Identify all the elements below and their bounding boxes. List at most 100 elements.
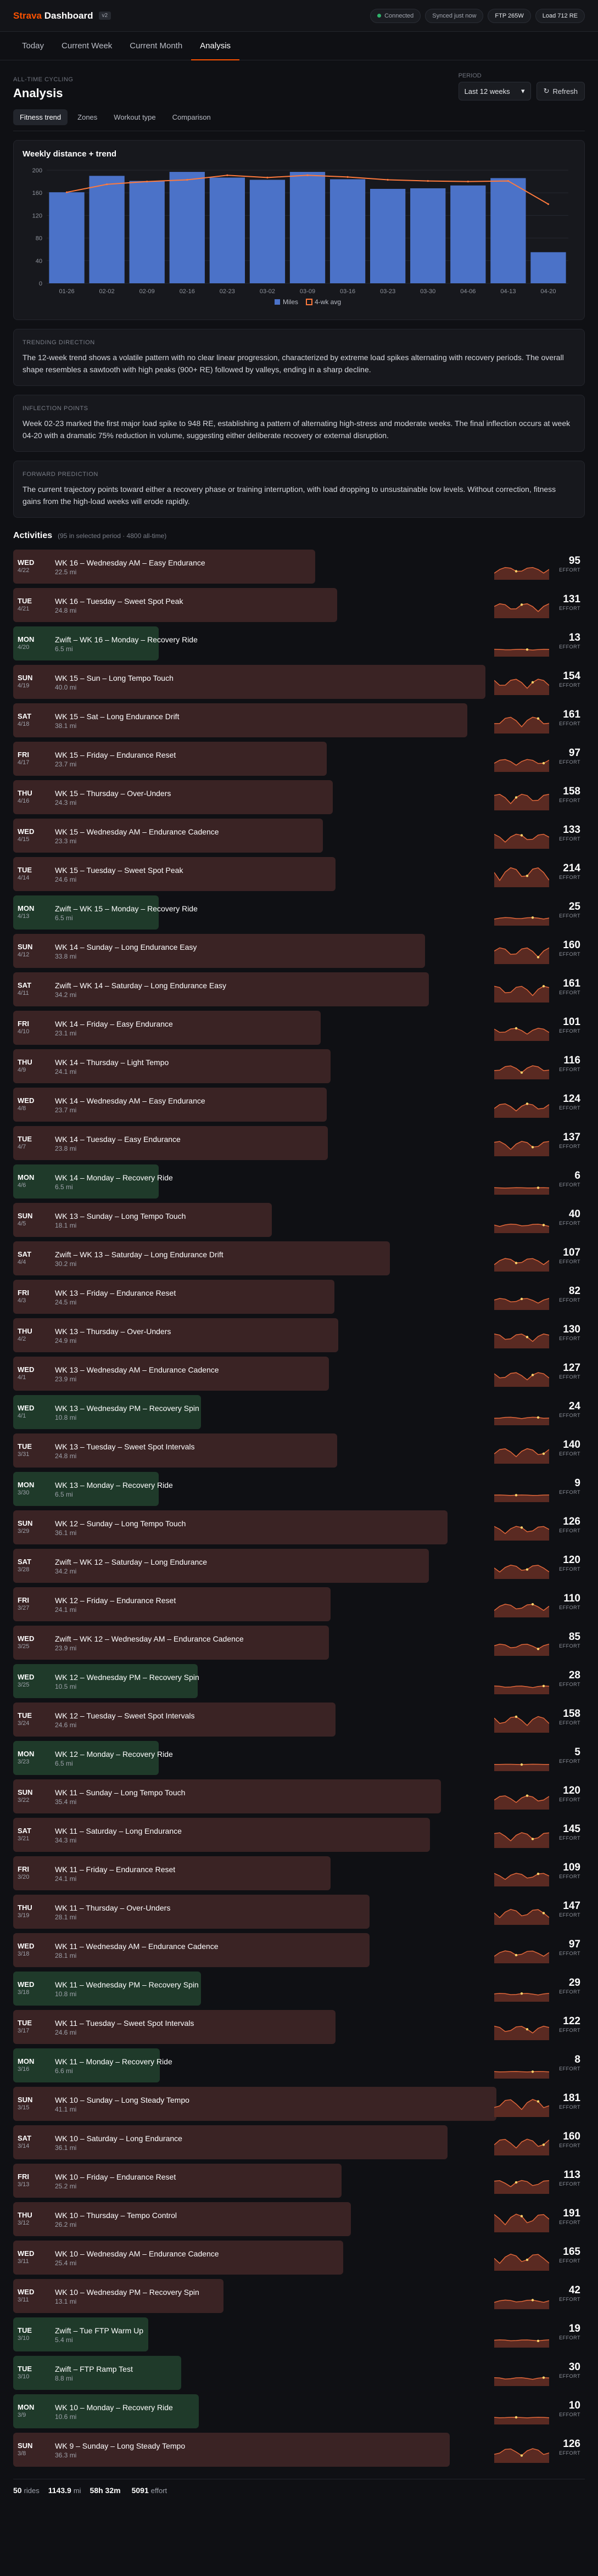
activity-row[interactable]: WED 4/1 WK 13 – Wednesday AM – Endurance C…: [13, 1354, 585, 1393]
activity-name[interactable]: WK 14 – Thursday – Light Tempo: [55, 1058, 169, 1067]
activity-row[interactable]: SUN 4/5 WK 13 – Sunday – Long Tempo Touch 1…: [13, 1201, 585, 1239]
activity-row[interactable]: WED 4/22 WK 16 – Wednesday AM – Easy Endur…: [13, 547, 585, 586]
activity-name[interactable]: Zwift – WK 13 – Saturday – Long Enduranc…: [55, 1250, 223, 1259]
activity-name[interactable]: WK 11 – Wednesday PM – Recovery Spin: [55, 1980, 199, 1989]
activity-row[interactable]: SAT 4/18 WK 15 – Sat – Long Endurance Drif…: [13, 701, 585, 740]
activity-row[interactable]: TUE 3/24 WK 12 – Tuesday – Sweet Spot Inte…: [13, 1700, 585, 1739]
activity-row[interactable]: THU 3/12 WK 10 – Thursday – Tempo Control 2…: [13, 2200, 585, 2238]
activity-row[interactable]: FRI 3/13 WK 10 – Friday – Endurance Reset 2…: [13, 2161, 585, 2200]
activity-row[interactable]: SUN 4/12 WK 14 – Sunday – Long Endurance E…: [13, 932, 585, 970]
activity-row[interactable]: TUE 4/14 WK 15 – Tuesday – Sweet Spot Peak…: [13, 855, 585, 893]
activity-name[interactable]: WK 15 – Tuesday – Sweet Spot Peak: [55, 866, 183, 875]
activity-row[interactable]: SUN 3/22 WK 11 – Sunday – Long Tempo Touch…: [13, 1777, 585, 1816]
activity-name[interactable]: WK 14 – Monday – Recovery Ride: [55, 1173, 173, 1182]
activity-row[interactable]: WED 4/1 WK 13 – Wednesday PM – Recovery Sp…: [13, 1393, 585, 1431]
activity-row[interactable]: WED 3/25 WK 12 – Wednesday PM – Recovery S…: [13, 1662, 585, 1700]
activity-row[interactable]: SAT 4/11 Zwift – WK 14 – Saturday – Long E…: [13, 970, 585, 1009]
activity-row[interactable]: FRI 3/27 WK 12 – Friday – Endurance Reset 2…: [13, 1585, 585, 1623]
activity-name[interactable]: WK 14 – Wednesday AM – Easy Endurance: [55, 1096, 205, 1105]
activity-name[interactable]: WK 15 – Sat – Long Endurance Drift: [55, 712, 179, 721]
activity-name[interactable]: Zwift – WK 14 – Saturday – Long Enduranc…: [55, 981, 226, 990]
activity-name[interactable]: WK 11 – Sunday – Long Tempo Touch: [55, 1788, 185, 1797]
activity-name[interactable]: Zwift – WK 16 – Monday – Recovery Ride: [55, 635, 198, 644]
activity-name[interactable]: Zwift – WK 12 – Wednesday AM – Endurance…: [55, 1634, 244, 1643]
activity-row[interactable]: MON 3/23 WK 12 – Monday – Recovery Ride 6.5…: [13, 1739, 585, 1777]
activity-name[interactable]: WK 12 – Monday – Recovery Ride: [55, 1750, 173, 1759]
activity-name[interactable]: WK 11 – Wednesday AM – Endurance Cadence: [55, 1942, 219, 1951]
tab-current-month[interactable]: Current Month: [121, 32, 191, 60]
subtab-workout-type[interactable]: Workout type: [107, 109, 162, 125]
activity-row[interactable]: THU 4/16 WK 15 – Thursday – Over-Unders 24.…: [13, 778, 585, 816]
activity-row[interactable]: FRI 4/3 WK 13 – Friday – Endurance Reset 24…: [13, 1278, 585, 1316]
activity-row[interactable]: WED 3/25 Zwift – WK 12 – Wednesday AM – En…: [13, 1623, 585, 1662]
activity-name[interactable]: WK 13 – Sunday – Long Tempo Touch: [55, 1212, 186, 1220]
activity-row[interactable]: MON 3/9 WK 10 – Monday – Recovery Ride 10.6…: [13, 2392, 585, 2431]
activity-row[interactable]: SUN 3/29 WK 12 – Sunday – Long Tempo Touch…: [13, 1508, 585, 1547]
activity-row[interactable]: TUE 3/10 Zwift – Tue FTP Warm Up 5.4 mi 19 EF…: [13, 2315, 585, 2354]
activity-row[interactable]: SAT 4/4 Zwift – WK 13 – Saturday – Long En…: [13, 1239, 585, 1278]
activity-name[interactable]: WK 11 – Friday – Endurance Reset: [55, 1865, 175, 1874]
activity-name[interactable]: Zwift – WK 15 – Monday – Recovery Ride: [55, 904, 198, 913]
activity-name[interactable]: WK 15 – Friday – Endurance Reset: [55, 751, 176, 759]
activity-name[interactable]: WK 12 – Wednesday PM – Recovery Spin: [55, 1673, 199, 1682]
activity-name[interactable]: Zwift – WK 12 – Saturday – Long Enduranc…: [55, 1558, 207, 1566]
activity-row[interactable]: WED 3/18 WK 11 – Wednesday PM – Recovery S…: [13, 1969, 585, 2008]
subtab-zones[interactable]: Zones: [71, 109, 104, 125]
activity-row[interactable]: MON 3/16 WK 11 – Monday – Recovery Ride 6.6…: [13, 2046, 585, 2085]
activity-name[interactable]: WK 13 – Wednesday AM – Endurance Cadence: [55, 1365, 219, 1374]
activity-name[interactable]: WK 14 – Sunday – Long Endurance Easy: [55, 943, 197, 951]
activity-row[interactable]: TUE 3/17 WK 11 – Tuesday – Sweet Spot Inte…: [13, 2008, 585, 2046]
activity-name[interactable]: WK 13 – Monday – Recovery Ride: [55, 1481, 173, 1489]
activity-row[interactable]: MON 4/6 WK 14 – Monday – Recovery Ride 6.5 …: [13, 1162, 585, 1201]
activity-name[interactable]: WK 16 – Tuesday – Sweet Spot Peak: [55, 597, 183, 606]
activity-row[interactable]: THU 4/9 WK 14 – Thursday – Light Tempo 24.1…: [13, 1047, 585, 1085]
activity-name[interactable]: WK 10 – Wednesday AM – Endurance Cadence: [55, 2249, 219, 2258]
activity-name[interactable]: WK 12 – Tuesday – Sweet Spot Intervals: [55, 1711, 194, 1720]
activity-name[interactable]: WK 11 – Monday – Recovery Ride: [55, 2057, 172, 2066]
activity-name[interactable]: WK 10 – Saturday – Long Endurance: [55, 2134, 182, 2143]
activity-name[interactable]: WK 11 – Tuesday – Sweet Spot Intervals: [55, 2019, 194, 2028]
activity-name[interactable]: WK 14 – Friday – Easy Endurance: [55, 1020, 173, 1028]
subtab-comparison[interactable]: Comparison: [166, 109, 217, 125]
subtab-fitness-trend[interactable]: Fitness trend: [13, 109, 68, 125]
activity-name[interactable]: WK 11 – Thursday – Over-Unders: [55, 1903, 170, 1912]
activity-row[interactable]: WED 3/18 WK 11 – Wednesday AM – Endurance …: [13, 1931, 585, 1969]
activity-row[interactable]: MON 4/20 Zwift – WK 16 – Monday – Recovery…: [13, 624, 585, 663]
activity-name[interactable]: WK 16 – Wednesday AM – Easy Endurance: [55, 558, 205, 567]
activity-name[interactable]: WK 10 – Monday – Recovery Ride: [55, 2403, 173, 2412]
activity-name[interactable]: Zwift – FTP Ramp Test: [55, 2365, 133, 2373]
activity-row[interactable]: MON 4/13 Zwift – WK 15 – Monday – Recovery…: [13, 893, 585, 932]
brand-logo[interactable]: Strava Dashboard: [13, 10, 93, 21]
activity-row[interactable]: SUN 3/8 WK 9 – Sunday – Long Steady Tempo 3…: [13, 2431, 585, 2469]
activity-name[interactable]: WK 13 – Friday – Endurance Reset: [55, 1289, 176, 1297]
activity-name[interactable]: WK 13 – Wednesday PM – Recovery Spin: [55, 1404, 199, 1413]
activity-row[interactable]: WED 4/15 WK 15 – Wednesday AM – Endurance …: [13, 816, 585, 855]
activity-name[interactable]: WK 14 – Tuesday – Easy Endurance: [55, 1135, 181, 1144]
activity-row[interactable]: FRI 3/20 WK 11 – Friday – Endurance Reset 2…: [13, 1854, 585, 1892]
activity-row[interactable]: TUE 3/31 WK 13 – Tuesday – Sweet Spot Inte…: [13, 1431, 585, 1470]
refresh-button[interactable]: ↻ Refresh: [536, 82, 585, 100]
activity-row[interactable]: WED 3/11 WK 10 – Wednesday AM – Endurance …: [13, 2238, 585, 2277]
activity-row[interactable]: WED 4/8 WK 14 – Wednesday AM – Easy Endura…: [13, 1085, 585, 1124]
activity-name[interactable]: WK 15 – Thursday – Over-Unders: [55, 789, 171, 798]
activity-name[interactable]: WK 15 – Wednesday AM – Endurance Cadence: [55, 827, 219, 836]
activity-name[interactable]: WK 12 – Sunday – Long Tempo Touch: [55, 1519, 186, 1528]
period-select[interactable]: Last 12 weeks ▾: [458, 82, 531, 100]
sync-status[interactable]: Synced just now: [425, 8, 484, 23]
tab-today[interactable]: Today: [13, 32, 53, 60]
activity-row[interactable]: SUN 3/15 WK 10 – Sunday – Long Steady Temp…: [13, 2085, 585, 2123]
activity-name[interactable]: WK 10 – Friday – Endurance Reset: [55, 2172, 176, 2181]
activity-row[interactable]: FRI 4/10 WK 14 – Friday – Easy Endurance 23…: [13, 1009, 585, 1047]
activity-row[interactable]: THU 3/19 WK 11 – Thursday – Over-Unders 28.…: [13, 1892, 585, 1931]
activity-row[interactable]: WED 3/11 WK 10 – Wednesday PM – Recovery S…: [13, 2277, 585, 2315]
activity-name[interactable]: WK 15 – Sun – Long Tempo Touch: [55, 674, 174, 682]
activity-name[interactable]: WK 9 – Sunday – Long Steady Tempo: [55, 2441, 185, 2450]
activity-row[interactable]: SUN 4/19 WK 15 – Sun – Long Tempo Touch 40.…: [13, 663, 585, 701]
activity-name[interactable]: WK 12 – Friday – Endurance Reset: [55, 1596, 176, 1605]
tab-analysis[interactable]: Analysis: [191, 32, 240, 60]
activity-row[interactable]: MON 3/30 WK 13 – Monday – Recovery Ride 6.5…: [13, 1470, 585, 1508]
activity-row[interactable]: SAT 3/21 WK 11 – Saturday – Long Endurance…: [13, 1816, 585, 1854]
activity-name[interactable]: WK 13 – Tuesday – Sweet Spot Intervals: [55, 1442, 194, 1451]
activity-name[interactable]: Zwift – Tue FTP Warm Up: [55, 2326, 143, 2335]
activity-row[interactable]: TUE 4/21 WK 16 – Tuesday – Sweet Spot Peak…: [13, 586, 585, 624]
